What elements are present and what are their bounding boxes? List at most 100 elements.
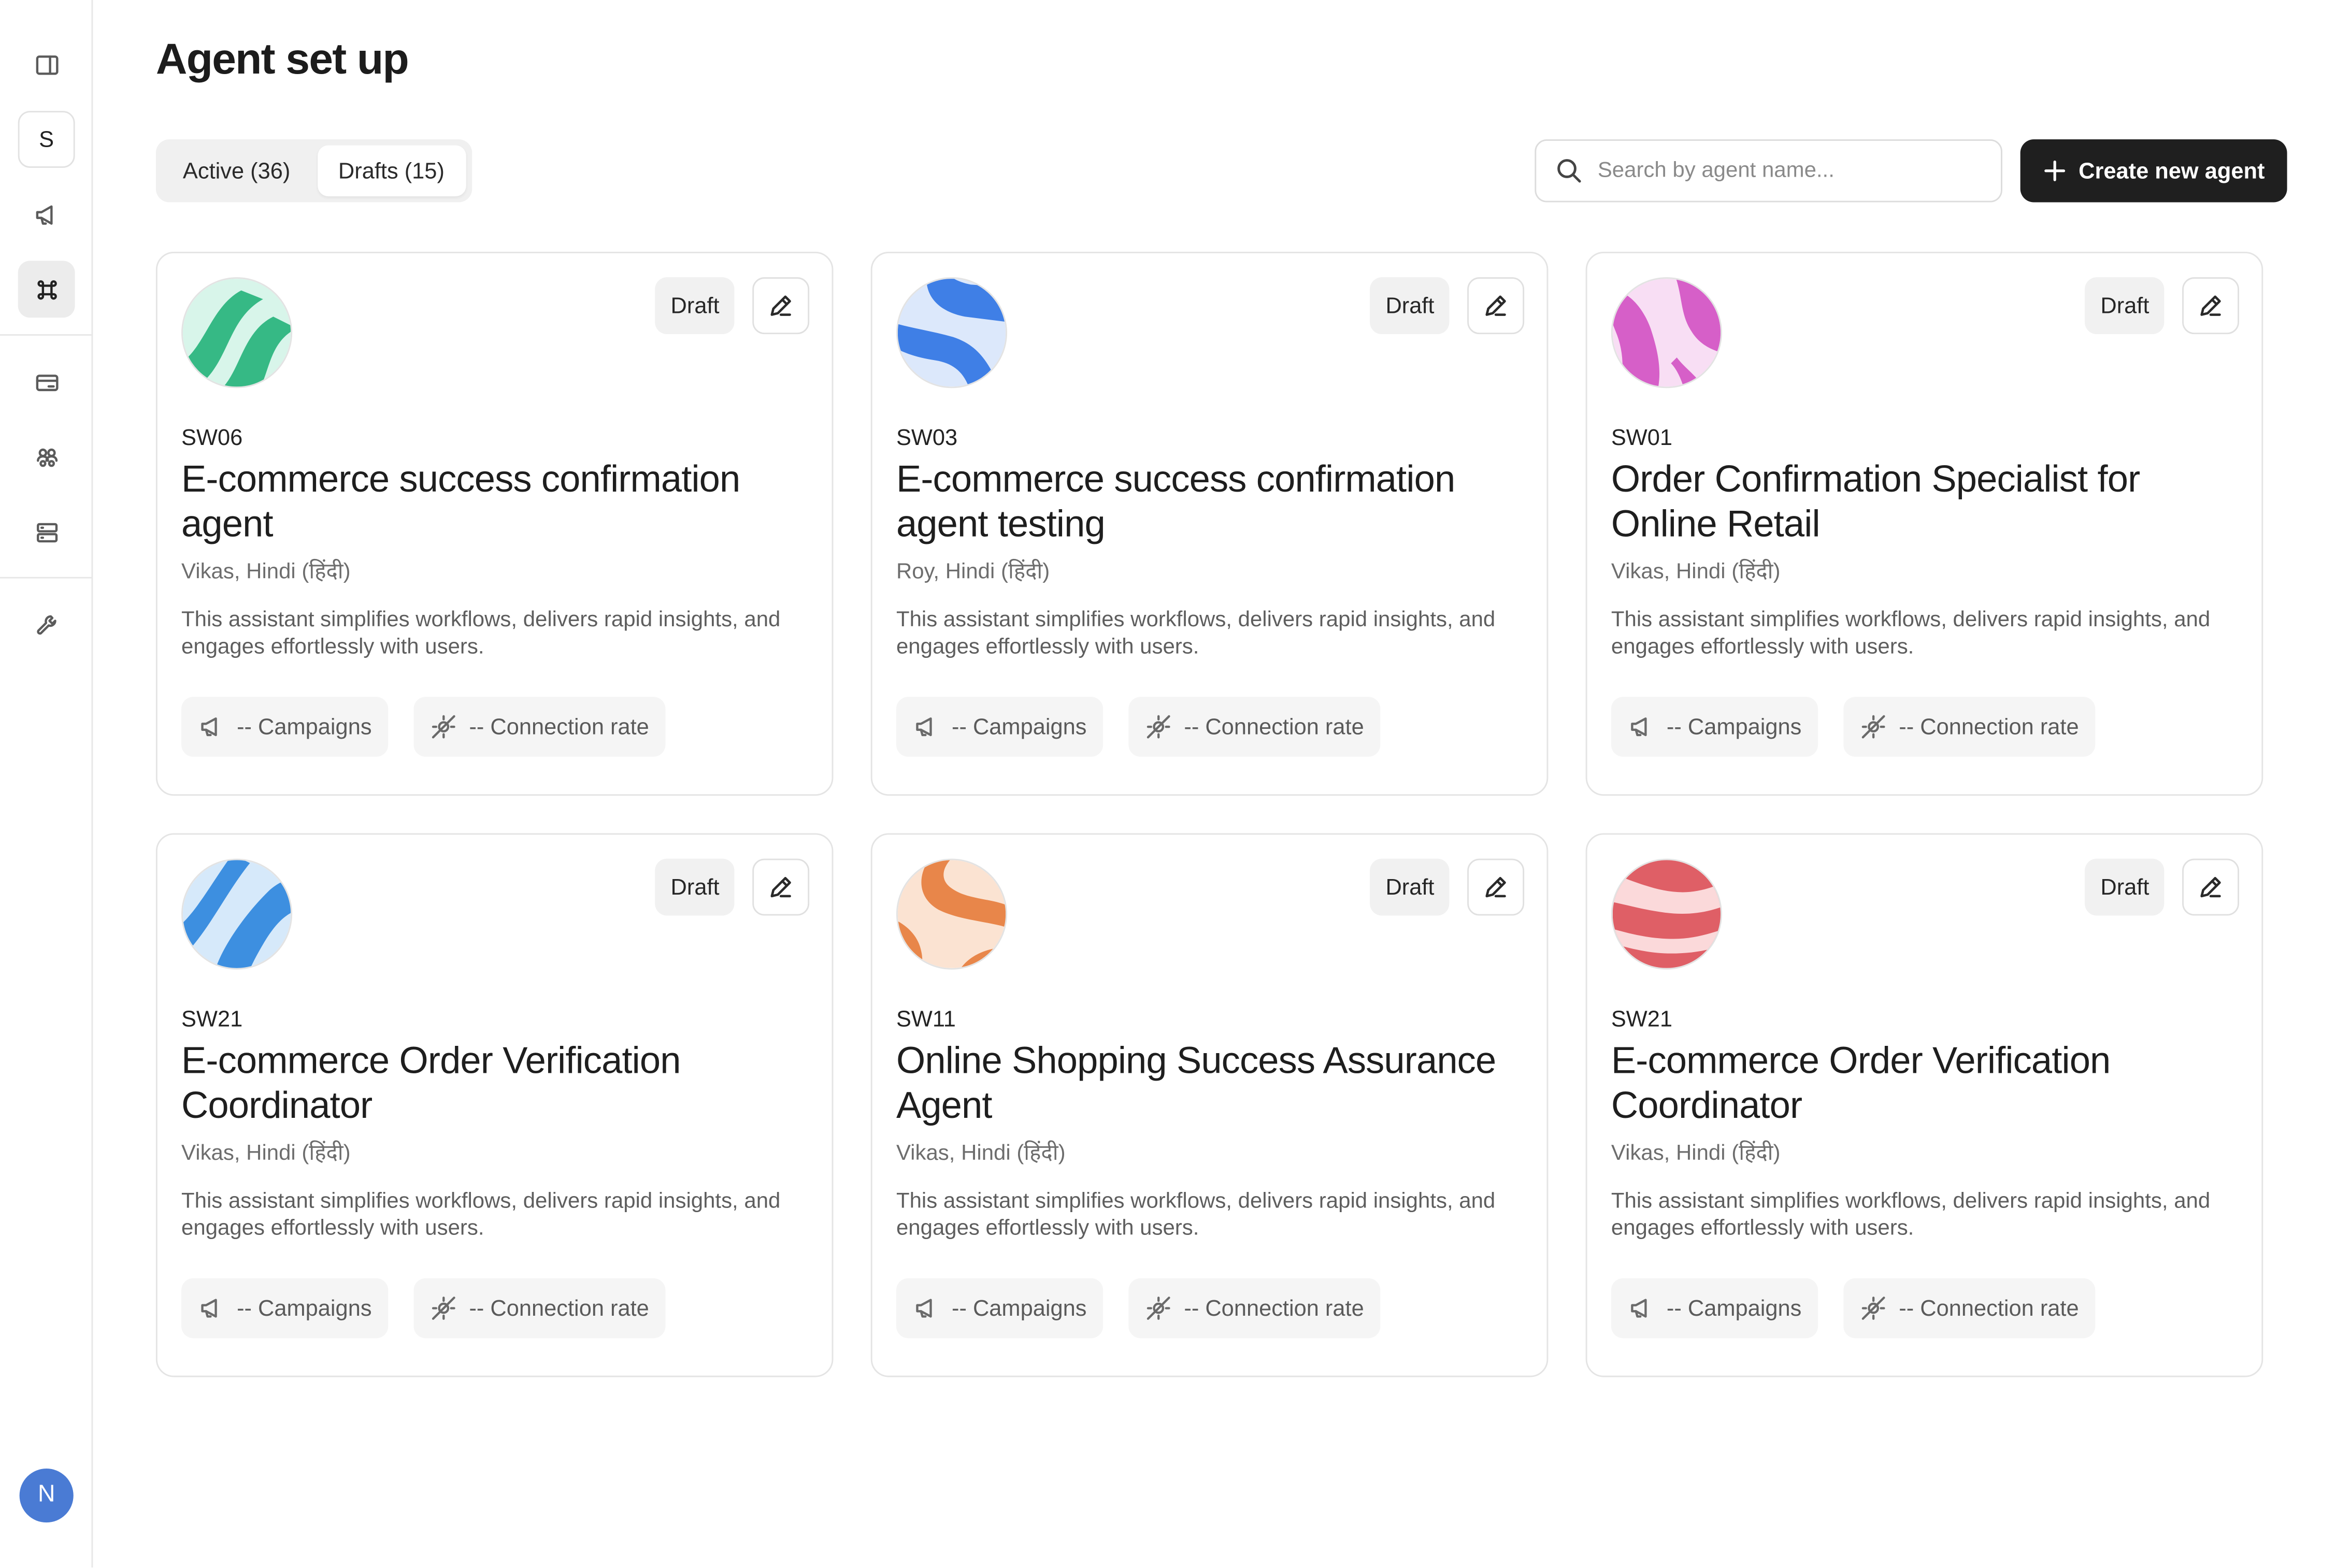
agent-description: This assistant simplifies workflows, del… [896,608,1496,659]
status-badge: Draft [2085,277,2165,335]
unplugged-icon [1861,715,1885,739]
search-icon [1557,159,1581,183]
create-new-agent-button[interactable]: Create new agent [2020,139,2287,203]
status-tabs: Active (36) Drafts (15) [155,139,471,203]
agent-title: E-commerce success confirmation agent te… [896,458,1455,546]
campaigns-metric: -- Campaigns [896,697,1104,757]
agent-card[interactable]: Draft SW03 E-commerce success confirmati… [870,252,1549,796]
agent-description: This assistant simplifies workflows, del… [1611,608,2211,659]
campaigns-metric: -- Campaigns [181,1278,389,1339]
agent-voice: Vikas, Hindi (हिंदी) [1611,1142,1781,1166]
campaigns-metric: -- Campaigns [1611,1278,1818,1339]
agent-title: E-commerce Order Verification Coordinato… [181,1040,681,1127]
user-avatar[interactable]: N [19,1469,74,1523]
agent-voice: Vikas, Hindi (हिंदी) [1611,560,1781,585]
edit-button[interactable] [2182,277,2239,335]
tab-active[interactable]: Active (36) [162,146,311,196]
tab-drafts[interactable]: Drafts (15) [317,145,466,196]
pencil-icon [1485,295,1506,316]
campaigns-metric: -- Campaigns [896,1278,1104,1339]
pencil-icon [2200,295,2221,316]
agent-code: SW03 [896,425,958,451]
unplugged-icon [1147,1297,1170,1320]
sidebar: S N [0,0,93,1567]
status-badge: Draft [1370,277,1450,335]
search-input[interactable] [1597,159,1973,183]
edit-button[interactable] [752,277,810,335]
agent-title: Order Confirmation Specialist for Online… [1611,458,2140,546]
page-title: Agent set up [155,36,409,84]
connection-rate-label: -- Connection rate [1184,1295,1364,1321]
agent-code: SW01 [1611,425,1673,451]
agent-card[interactable]: Draft SW06 E-commerce success confirmati… [155,252,834,796]
pencil-icon [770,876,791,898]
agent-code: SW11 [896,1007,956,1033]
server-icon[interactable] [18,504,75,560]
agent-avatar [181,858,293,970]
connection-rate-metric: -- Connection rate [1843,1278,2096,1339]
campaigns-label: -- Campaigns [237,1295,372,1321]
workspace-switcher[interactable]: S [18,111,75,168]
agent-card[interactable]: Draft SW21 E-commerce Order Verification… [1585,833,2263,1377]
campaigns-metric: -- Campaigns [181,697,389,757]
unplugged-icon [1147,715,1170,739]
agent-card[interactable]: Draft SW11 Online Shopping Success Assur… [870,833,1549,1377]
agent-card[interactable]: Draft SW01 Order Confirmation Specialist… [1585,252,2263,796]
edit-button[interactable] [1467,858,1525,916]
agent-title: E-commerce Order Verification Coordinato… [1611,1040,2111,1127]
connection-rate-metric: -- Connection rate [413,1278,666,1339]
agent-avatar [1611,277,1722,389]
plus-icon [2044,160,2065,181]
agent-code: SW21 [1611,1007,1673,1033]
agent-voice: Vikas, Hindi (हिंदी) [181,1142,351,1166]
users-icon[interactable] [18,428,75,485]
user-initial: N [37,1482,55,1508]
create-button-label: Create new agent [2079,158,2265,184]
campaigns-label: -- Campaigns [951,714,1087,740]
search-box[interactable] [1535,139,2002,203]
card-icon[interactable] [18,354,75,411]
campaigns-label: -- Campaigns [237,714,372,740]
status-badge: Draft [655,858,735,916]
agent-voice: Vikas, Hindi (हिंदी) [181,560,351,585]
agent-description: This assistant simplifies workflows, del… [181,1189,781,1241]
campaigns-metric: -- Campaigns [1611,697,1818,757]
campaigns-label: -- Campaigns [1666,1295,1802,1321]
command-icon[interactable] [18,261,75,318]
campaigns-label: -- Campaigns [1666,714,1802,740]
megaphone-icon[interactable] [18,186,75,243]
unplugged-icon [1861,1297,1885,1320]
agent-voice: Vikas, Hindi (हिंदी) [896,1142,1066,1166]
agent-avatar [181,277,293,389]
agent-avatar [1611,858,1722,970]
workspace-initial: S [39,126,54,152]
agent-avatar [896,858,1008,970]
megaphone-icon [201,717,217,737]
edit-button[interactable] [1467,277,1525,335]
megaphone-icon [916,717,932,737]
edit-button[interactable] [2182,858,2239,916]
agent-description: This assistant simplifies workflows, del… [896,1189,1496,1241]
agent-voice: Roy, Hindi (हिंदी) [896,560,1050,585]
pencil-icon [770,295,791,316]
agent-avatar [896,277,1008,389]
megaphone-icon [1631,1299,1647,1318]
panel-toggle-icon[interactable] [18,36,75,93]
connection-rate-metric: -- Connection rate [1128,1278,1381,1339]
connection-rate-label: -- Connection rate [469,1295,649,1321]
connection-rate-metric: -- Connection rate [1843,697,2096,757]
agent-card[interactable]: Draft SW21 E-commerce Order Verification… [155,833,834,1377]
agent-code: SW21 [181,1007,243,1033]
connection-rate-label: -- Connection rate [1899,714,2079,740]
status-badge: Draft [655,277,735,335]
megaphone-icon [201,1299,217,1318]
unplugged-icon [432,715,455,739]
wrench-icon[interactable] [18,596,75,653]
edit-button[interactable] [752,858,810,916]
agent-code: SW06 [181,425,243,451]
connection-rate-label: -- Connection rate [1899,1295,2079,1321]
connection-rate-label: -- Connection rate [1184,714,1364,740]
connection-rate-metric: -- Connection rate [413,697,666,757]
connection-rate-metric: -- Connection rate [1128,697,1381,757]
megaphone-icon [1631,717,1647,737]
